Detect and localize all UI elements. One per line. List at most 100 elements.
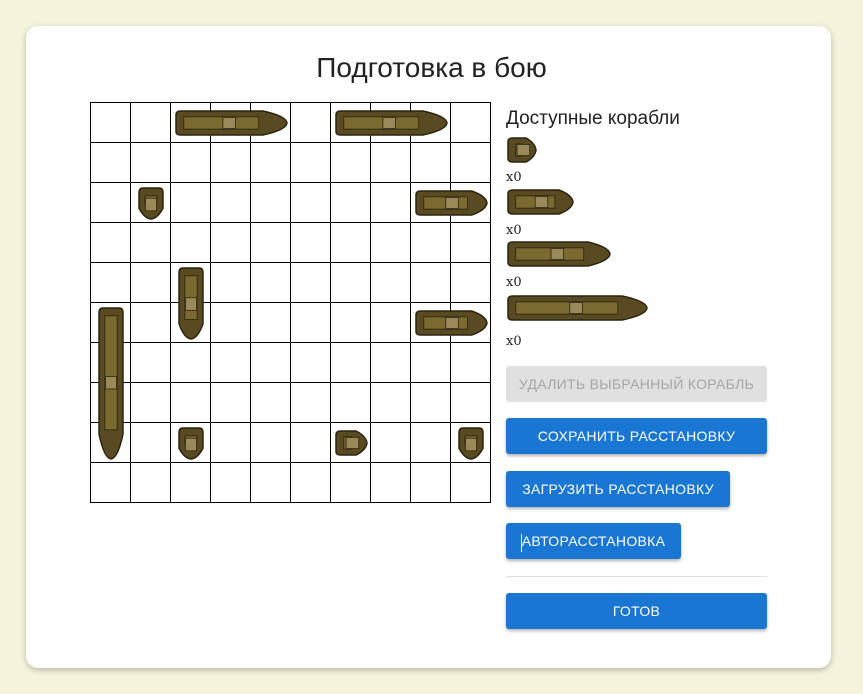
board-cell[interactable]	[291, 223, 331, 263]
placed-ship[interactable]	[414, 309, 488, 342]
board-cell[interactable]	[171, 223, 211, 263]
placed-ship[interactable]	[97, 306, 125, 465]
board-cell[interactable]	[171, 183, 211, 223]
placed-ship[interactable]	[137, 186, 165, 225]
board-cell[interactable]	[131, 343, 171, 383]
board-cell[interactable]	[171, 143, 211, 183]
board-cell[interactable]	[131, 463, 171, 503]
board-cell[interactable]	[291, 183, 331, 223]
placed-ship[interactable]	[177, 426, 205, 465]
board-cell[interactable]	[371, 383, 411, 423]
board-cell[interactable]	[91, 183, 131, 223]
board-cell[interactable]	[211, 423, 251, 463]
board-cell[interactable]	[411, 223, 451, 263]
board-cell[interactable]	[371, 223, 411, 263]
board-cell[interactable]	[291, 463, 331, 503]
placed-ship[interactable]	[457, 426, 485, 465]
board-cell[interactable]	[211, 223, 251, 263]
board-cell[interactable]	[371, 463, 411, 503]
board-cell[interactable]	[411, 343, 451, 383]
delete-selected-ship-button[interactable]: УДАЛИТЬ ВЫБРАННЫЙ КОРАБЛЬ	[506, 366, 767, 402]
board-cell[interactable]	[91, 463, 131, 503]
available-ship-size-3[interactable]	[506, 240, 611, 273]
placed-ship[interactable]	[174, 109, 288, 142]
board-cell[interactable]	[211, 343, 251, 383]
board-cell[interactable]	[131, 103, 171, 143]
board-cell[interactable]	[251, 303, 291, 343]
board-cell[interactable]	[291, 103, 331, 143]
board-cell[interactable]	[331, 183, 371, 223]
board-cell[interactable]	[331, 263, 371, 303]
board-cell[interactable]	[91, 223, 131, 263]
board-cell[interactable]	[251, 383, 291, 423]
board-cell[interactable]	[291, 143, 331, 183]
board-cell[interactable]	[411, 423, 451, 463]
board-cell[interactable]	[451, 143, 491, 183]
placed-ship[interactable]	[334, 429, 368, 462]
board-cell[interactable]	[331, 383, 371, 423]
board-cell[interactable]	[291, 423, 331, 463]
board-cell[interactable]	[291, 263, 331, 303]
placed-ship[interactable]	[334, 109, 448, 142]
board-cell[interactable]	[451, 103, 491, 143]
board-cell[interactable]	[371, 143, 411, 183]
available-ship-size-2[interactable]	[506, 188, 574, 221]
board-cell[interactable]	[411, 463, 451, 503]
board-cell[interactable]	[251, 343, 291, 383]
board-cell[interactable]	[291, 303, 331, 343]
board-cell[interactable]	[211, 263, 251, 303]
board-cell[interactable]	[331, 223, 371, 263]
board-cell[interactable]	[171, 463, 211, 503]
available-ships-heading: Доступные корабли	[506, 108, 680, 129]
board-cell[interactable]	[91, 143, 131, 183]
available-ship-size-1[interactable]	[506, 136, 537, 169]
board-cell[interactable]	[211, 143, 251, 183]
ready-button[interactable]: ГОТОВ	[506, 593, 767, 629]
board-cell[interactable]	[291, 383, 331, 423]
board-cell[interactable]	[451, 383, 491, 423]
board-cell[interactable]	[251, 263, 291, 303]
board-cell[interactable]	[371, 183, 411, 223]
board-cell[interactable]	[451, 263, 491, 303]
board-cell[interactable]	[211, 303, 251, 343]
board-cell[interactable]	[411, 143, 451, 183]
board-cell[interactable]	[331, 463, 371, 503]
board-cell[interactable]	[171, 343, 211, 383]
board-cell[interactable]	[91, 263, 131, 303]
board-cell[interactable]	[211, 183, 251, 223]
board-cell[interactable]	[371, 423, 411, 463]
board-cell[interactable]	[451, 223, 491, 263]
board-cell[interactable]	[411, 383, 451, 423]
board-cell[interactable]	[251, 183, 291, 223]
board-cell[interactable]	[331, 303, 371, 343]
placed-ship[interactable]	[414, 189, 488, 222]
board-cell[interactable]	[331, 143, 371, 183]
board-cell[interactable]	[371, 303, 411, 343]
board-cell[interactable]	[131, 223, 171, 263]
board-cell[interactable]	[411, 263, 451, 303]
board-cell[interactable]	[371, 263, 411, 303]
board-cell[interactable]	[331, 343, 371, 383]
board-cell[interactable]	[131, 143, 171, 183]
placed-ship[interactable]	[177, 266, 205, 345]
available-ship-size-4[interactable]	[506, 294, 648, 327]
board-cell[interactable]	[131, 263, 171, 303]
board-cell[interactable]	[451, 343, 491, 383]
board-cell[interactable]	[251, 463, 291, 503]
board-cell[interactable]	[251, 423, 291, 463]
load-placement-button[interactable]: ЗАГРУЗИТЬ РАССТАНОВКУ	[506, 471, 730, 507]
board-cell[interactable]	[171, 383, 211, 423]
board-cell[interactable]	[131, 423, 171, 463]
board-cell[interactable]	[131, 383, 171, 423]
board-cell[interactable]	[451, 463, 491, 503]
board-cell[interactable]	[251, 223, 291, 263]
board-cell[interactable]	[291, 343, 331, 383]
save-placement-button[interactable]: СОХРАНИТЬ РАССТАНОВКУ	[506, 418, 767, 454]
board-cell[interactable]	[211, 463, 251, 503]
board-cell[interactable]	[211, 383, 251, 423]
board-cell[interactable]	[131, 303, 171, 343]
board-cell[interactable]	[371, 343, 411, 383]
board-cell[interactable]	[251, 143, 291, 183]
auto-placement-button[interactable]: АВТОРАССТАНОВКА	[506, 523, 681, 559]
board-cell[interactable]	[91, 103, 131, 143]
